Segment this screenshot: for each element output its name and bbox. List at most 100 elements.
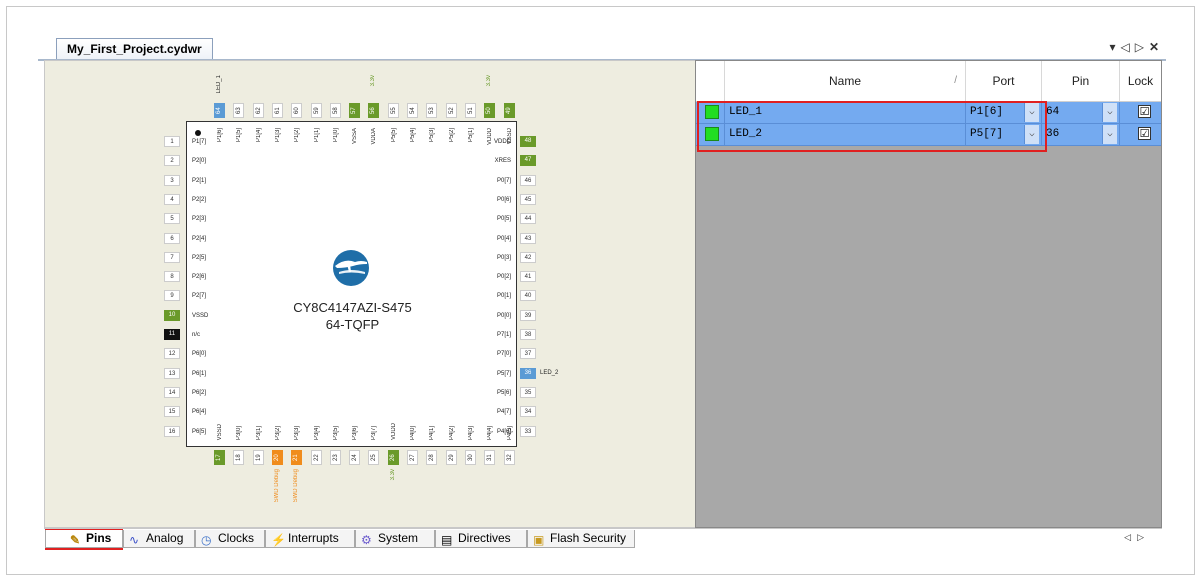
pin-number-box[interactable]: 37 xyxy=(520,348,536,360)
document-tab[interactable]: My_First_Project.cydwr xyxy=(56,38,213,59)
pin-number-box[interactable]: 51 xyxy=(464,103,476,118)
pin-number-box[interactable]: 1 xyxy=(164,136,180,147)
pin-number-box[interactable]: 36 xyxy=(520,367,536,379)
pin-number-box[interactable]: 19 xyxy=(252,450,264,465)
pin-number-box[interactable]: 3 xyxy=(164,174,180,186)
pin-number-box[interactable]: 32 xyxy=(503,450,515,465)
pin-number-box[interactable]: 16 xyxy=(164,425,180,437)
pin-number-box[interactable]: 42 xyxy=(520,251,536,263)
pin-number-box[interactable]: 7 xyxy=(164,251,180,263)
pin-number-box[interactable]: 25 xyxy=(368,450,380,465)
pin-number-box[interactable]: 41 xyxy=(520,271,536,283)
pin-number-box[interactable]: 64 xyxy=(214,103,225,118)
pin-number-box[interactable]: 26 xyxy=(387,450,399,465)
chip-canvas: 1 2 3 4 5 6 7 8 9 10 11 12 13 14 15 16 48 47 46 45 44 43 42 41 4… xyxy=(44,60,695,528)
bottom-nav: ◁▷ xyxy=(1124,532,1150,543)
pin-cell[interactable]: 36 ⌵ xyxy=(1042,124,1120,145)
column-header-lock[interactable]: Lock xyxy=(1120,61,1161,101)
pin-number-box[interactable]: 54 xyxy=(407,103,418,118)
pin-label: P3[2] xyxy=(274,425,281,440)
pin-dropdown-icon[interactable]: ⌵ xyxy=(1102,103,1117,122)
pin-number-box[interactable]: 20 xyxy=(271,450,283,465)
pin-number-box[interactable]: 5 xyxy=(164,213,180,225)
pin-cell[interactable]: 64 ⌵ xyxy=(1042,102,1120,123)
pin-number-box[interactable]: 23 xyxy=(329,450,341,465)
tab-pins[interactable]: ✎ Pins xyxy=(45,530,123,548)
pin-number-box[interactable]: 55 xyxy=(387,103,399,118)
lock-checkbox[interactable]: ☑ xyxy=(1138,127,1151,140)
pin-number-box[interactable]: 2 xyxy=(164,155,180,167)
pin-number-box[interactable]: 48 xyxy=(520,136,536,147)
pin-number-box[interactable]: 34 xyxy=(520,406,536,418)
pin-label: P5[2] xyxy=(448,128,455,143)
pin-number-box[interactable]: 50 xyxy=(484,103,496,118)
close-icon[interactable]: ✕ xyxy=(1149,40,1164,54)
pin-number-box[interactable]: 12 xyxy=(164,348,180,360)
prev-tab-icon[interactable]: ◁ xyxy=(1120,40,1134,54)
pin-number-box[interactable]: 43 xyxy=(520,232,536,244)
pin-number-box[interactable]: 17 xyxy=(214,450,225,465)
pin-number-box[interactable]: 21 xyxy=(291,450,303,465)
pin-number-box[interactable]: 49 xyxy=(503,103,515,118)
pin-label: P1[2] xyxy=(294,128,301,143)
pin-label: P0[4] xyxy=(496,235,511,242)
pin-number-box[interactable]: 10 xyxy=(164,309,180,321)
pin-number-box[interactable]: 6 xyxy=(164,232,180,244)
pin-number-box[interactable]: 31 xyxy=(484,450,496,465)
pin-number-box[interactable]: 35 xyxy=(520,386,536,398)
pin-number-box[interactable]: 39 xyxy=(520,309,536,321)
next-tab-icon[interactable]: ▷ xyxy=(1135,40,1149,54)
pin-dropdown-icon[interactable]: ⌵ xyxy=(1102,125,1117,144)
pin-number-box[interactable]: 46 xyxy=(520,174,536,186)
column-header-port[interactable]: Port xyxy=(966,61,1042,101)
tab-system[interactable]: ⚙ System xyxy=(355,530,435,548)
pin-number-box[interactable]: 53 xyxy=(426,103,438,118)
pin-number-box[interactable]: 14 xyxy=(164,386,180,398)
pin-number-box[interactable]: 24 xyxy=(349,450,361,465)
lock-checkbox[interactable]: ☑ xyxy=(1138,105,1151,118)
pin-label: P1[3] xyxy=(274,128,281,143)
pin-number-box[interactable]: 38 xyxy=(520,329,536,340)
pin-number-box[interactable]: 4 xyxy=(164,193,180,205)
pin-number-box[interactable]: 57 xyxy=(349,103,361,118)
pin-number-box[interactable]: 18 xyxy=(233,450,245,465)
pin-number-box[interactable]: 62 xyxy=(252,103,264,118)
tab-directives[interactable]: ▤ Directives xyxy=(435,530,527,548)
column-header-pin[interactable]: Pin xyxy=(1042,61,1120,101)
tab-flash-security[interactable]: ▣ Flash Security xyxy=(527,530,635,548)
scroll-left-icon[interactable]: ◁ xyxy=(1124,532,1137,542)
pin-number-box[interactable]: 58 xyxy=(329,103,341,118)
tab-analog[interactable]: ∿ Analog xyxy=(123,530,195,548)
pin-number-box[interactable]: 11 xyxy=(164,329,180,340)
pin-number-box[interactable]: 44 xyxy=(520,213,536,225)
bottom-tab-bar: ✎ Pins ∿ Analog ◷ Clocks ⚡ Interrupts ⚙ System ▤ Di… xyxy=(44,528,1162,549)
pin-number-box[interactable]: 13 xyxy=(164,367,180,379)
pin-number-box[interactable]: 8 xyxy=(164,271,180,283)
pin-number-box[interactable]: 52 xyxy=(445,103,457,118)
pin-number-box[interactable]: 28 xyxy=(426,450,438,465)
column-header-name[interactable]: Name / xyxy=(725,61,966,101)
pin-number-box[interactable]: 45 xyxy=(520,193,536,205)
pin-number-box[interactable]: 63 xyxy=(233,103,245,118)
pin-number-box[interactable]: 15 xyxy=(164,406,180,418)
pin-number-box[interactable]: 29 xyxy=(445,450,457,465)
pin-label: P0[2] xyxy=(496,274,511,281)
tab-clocks[interactable]: ◷ Clocks xyxy=(195,530,265,548)
dropdown-arrow-icon[interactable]: ▾ xyxy=(1109,40,1120,54)
pin-number-box[interactable]: 60 xyxy=(291,103,303,118)
pin-label: P6[0] xyxy=(192,351,207,358)
pin-number-box[interactable]: 47 xyxy=(520,155,536,167)
pin-number-box[interactable]: 33 xyxy=(520,425,536,437)
pin-number-box[interactable]: 56 xyxy=(368,103,380,118)
pin-number-box[interactable]: 40 xyxy=(520,290,536,302)
pin-number-box[interactable]: 9 xyxy=(164,290,180,302)
scroll-right-icon[interactable]: ▷ xyxy=(1137,532,1150,542)
pin-number-box[interactable]: 27 xyxy=(407,450,418,465)
pin-number-box[interactable]: 22 xyxy=(310,450,322,465)
pin-number-box[interactable]: 59 xyxy=(310,103,322,118)
pin-number-box[interactable]: 30 xyxy=(464,450,476,465)
tab-interrupts[interactable]: ⚡ Interrupts xyxy=(265,530,355,548)
tab-label: Pins xyxy=(86,531,112,545)
tab-label: Flash Security xyxy=(550,531,627,545)
pin-number-box[interactable]: 61 xyxy=(271,103,283,118)
